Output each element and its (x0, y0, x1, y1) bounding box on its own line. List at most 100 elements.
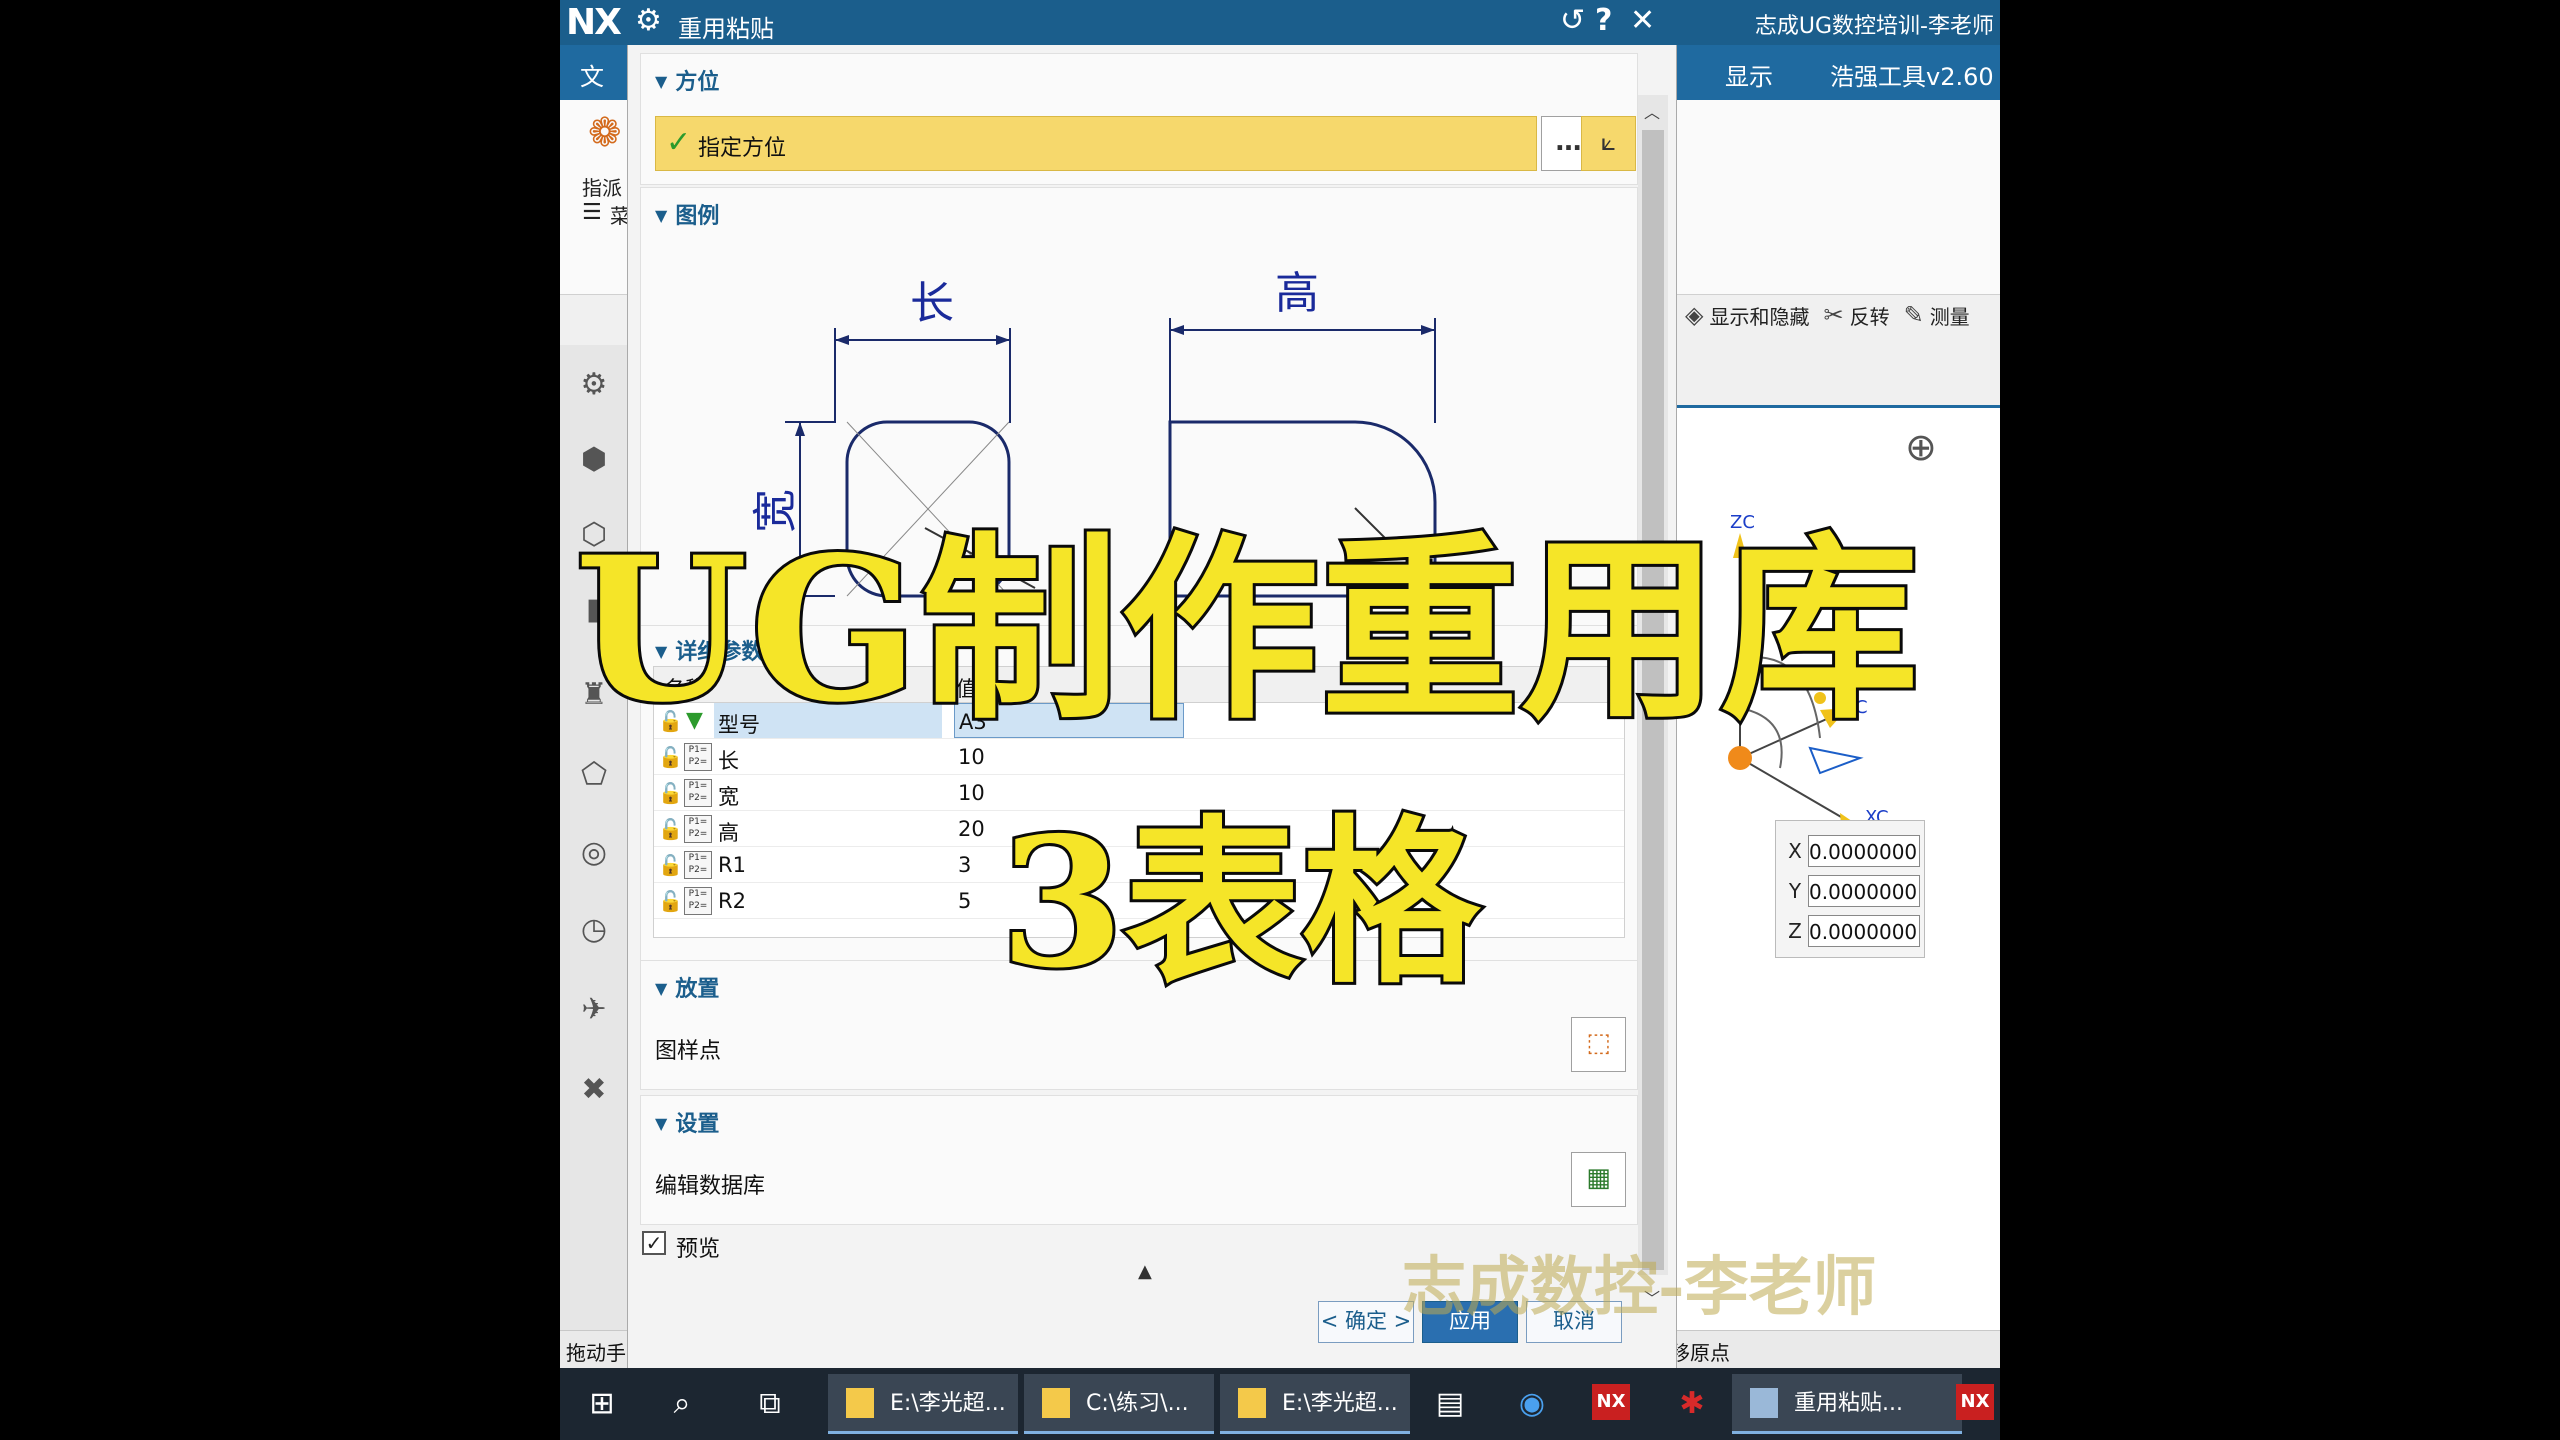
search-icon[interactable]: ⌕ (660, 1382, 704, 1426)
parameter-icon: P1= P2= (684, 779, 712, 807)
coordinate-panel: X 0.0000000 Y 0.0000000 Z 0.0000000 (1775, 820, 1925, 958)
lock-icon[interactable]: 🔓 (658, 889, 683, 913)
menu-icon[interactable]: ☰ (582, 200, 602, 225)
calculator-icon[interactable]: ▤ (1428, 1382, 1472, 1426)
gear-icon[interactable]: ⚙ (635, 3, 662, 38)
orientation-header-label: 方位 (675, 70, 720, 95)
measure-icon: ✎ (1903, 301, 1924, 329)
taskbar-app-reuse-paste[interactable]: 重用粘贴... (1732, 1374, 1962, 1434)
window-title: 志成UG数控培训-李老师 (1754, 14, 1994, 39)
specify-orientation-label: 指定方位 (698, 136, 787, 161)
y-label: Y (1788, 879, 1802, 903)
overlay-title: UG制作重用库 (572, 510, 1922, 749)
z-coord-field[interactable]: 0.0000000 (1808, 915, 1920, 947)
reverse-button[interactable]: ✂ 反转 (1823, 301, 1889, 330)
history-icon[interactable]: ◷ (574, 910, 614, 950)
param-name: 高 (718, 821, 739, 845)
show-hide-icon: ◈ (1685, 301, 1704, 329)
help-icon[interactable]: ? (1595, 3, 1612, 38)
legend-length-label: 长 (910, 278, 954, 329)
watermark: 志成数控-李老师 (1402, 1250, 1877, 1325)
parameter-icon: P1= P2= (684, 851, 712, 879)
show-hide-label: 显示和隐藏 (1709, 304, 1810, 329)
assign-label: 指派 (582, 176, 622, 200)
pattern-point-label: 图样点 (655, 1039, 722, 1064)
collapse-triangle-icon: ▼ (655, 206, 668, 225)
tab-display[interactable]: 显示 (1725, 57, 1773, 92)
x-label: X (1788, 839, 1802, 863)
reset-icon[interactable]: ↺ (1560, 3, 1585, 38)
settings-header[interactable]: ▼ 设置 (655, 1106, 719, 1138)
overlay-subtitle: 3表格 (997, 795, 1483, 1010)
close-icon[interactable]: ✕ (1630, 3, 1655, 38)
process-studio-icon[interactable]: ✈ (574, 990, 614, 1030)
graphics-toolbar: ◈ 显示和隐藏 ✂ 反转 ✎ 测量 (1685, 295, 1970, 335)
placement-header-label: 放置 (675, 977, 720, 1002)
folder-icon (1238, 1388, 1266, 1418)
reverse-icon: ✂ (1823, 301, 1844, 329)
collapse-up-icon[interactable]: ▲ (1138, 1261, 1152, 1282)
scroll-up-icon[interactable]: ︿ (1644, 99, 1660, 123)
tab-haoqiang-tools[interactable]: 浩强工具v2.60 (1830, 57, 1994, 92)
tab-file[interactable]: 文 (580, 57, 604, 92)
measure-label: 测量 (1929, 304, 1970, 329)
nx-logo-dialog: NX (566, 2, 622, 43)
taskbar-app-explorer-3[interactable]: E:\李光超... (1220, 1374, 1410, 1434)
lock-icon[interactable]: 🔓 (658, 817, 683, 841)
web-browser-icon[interactable]: ◎ (574, 833, 614, 873)
roles-icon[interactable]: ✖ (574, 1070, 614, 1110)
show-hide-button[interactable]: ◈ 显示和隐藏 (1685, 301, 1809, 330)
settings-header-label: 设置 (675, 1112, 720, 1137)
collapse-triangle-icon: ▼ (655, 72, 668, 91)
taskbar: ⊞ ⌕ ⧉ E:\李光超... C:\练习\... E:\李光超... ▤ ◉ … (560, 1368, 2000, 1440)
hd3d-icon[interactable]: ⬠ (574, 755, 614, 795)
pattern-point-icon[interactable]: ⬚ (1571, 1017, 1626, 1072)
taskbar-app-label: 重用粘贴... (1794, 1391, 1903, 1416)
assign-icon[interactable]: ❁ (588, 110, 622, 156)
preview-label: 预览 (676, 1237, 721, 1262)
ok-button[interactable]: < 确定 > (1318, 1301, 1414, 1343)
orientation-header[interactable]: ▼ 方位 (655, 64, 719, 96)
folder-icon (846, 1388, 874, 1418)
nx-taskbar-icon[interactable]: NX (1592, 1384, 1630, 1420)
legend-header[interactable]: ▼ 图例 (655, 198, 719, 230)
snap-point-icon[interactable]: ⊕ (1905, 425, 1937, 469)
taskbar-app-label: E:\李光超... (1282, 1391, 1398, 1416)
parameter-icon: P1= P2= (684, 815, 712, 843)
collapse-triangle-icon: ▼ (655, 1114, 668, 1133)
x-coord-row: X 0.0000000 (1782, 833, 1922, 869)
reverse-label: 反转 (1849, 304, 1890, 329)
legend-height-label: 高 (1275, 268, 1319, 319)
csys-icon[interactable]: ⟀ (1581, 116, 1636, 171)
lock-icon[interactable]: 🔓 (658, 781, 683, 805)
lock-icon[interactable]: 🔓 (658, 853, 683, 877)
spreadsheet-icon[interactable]: ▦ (1571, 1152, 1626, 1207)
dialog-app-icon (1750, 1388, 1778, 1418)
taskbar-app-explorer-2[interactable]: C:\练习\... (1024, 1374, 1214, 1434)
z-coord-row: Z 0.0000000 (1782, 913, 1922, 949)
collapse-triangle-icon: ▼ (655, 979, 668, 998)
param-name: 宽 (718, 785, 739, 809)
settings-icon[interactable]: ⚙ (574, 365, 614, 405)
preview-checkbox[interactable]: ✓ (642, 1231, 666, 1255)
status-text-left: 拖动手 (566, 1341, 626, 1365)
taskbar-app-label: C:\练习\... (1086, 1391, 1189, 1416)
param-name: R1 (718, 853, 746, 877)
section-settings: ▼ 设置 编辑数据库 ▦ (640, 1095, 1638, 1225)
app-red-icon[interactable]: ✱ (1670, 1382, 1714, 1426)
measure-button[interactable]: ✎ 测量 (1904, 301, 1970, 330)
y-coord-field[interactable]: 0.0000000 (1808, 875, 1920, 907)
x-coord-field[interactable]: 0.0000000 (1808, 835, 1920, 867)
folder-icon (1042, 1388, 1070, 1418)
nx-taskbar-icon-2[interactable]: NX (1956, 1384, 1994, 1420)
task-view-icon[interactable]: ⧉ (748, 1382, 792, 1426)
taskbar-app-label: E:\李光超... (890, 1391, 1006, 1416)
specify-orientation-row[interactable]: ✓ 指定方位 (655, 116, 1537, 171)
placement-header[interactable]: ▼ 放置 (655, 971, 719, 1003)
param-name: R2 (718, 889, 746, 913)
dialog-title-bar[interactable]: NX ⚙ 重用粘贴 ↺ ? ✕ (560, 0, 1677, 45)
taskbar-app-explorer-1[interactable]: E:\李光超... (828, 1374, 1018, 1434)
edit-database-label: 编辑数据库 (655, 1174, 766, 1199)
windows-start-icon[interactable]: ⊞ (580, 1382, 624, 1426)
browser-icon[interactable]: ◉ (1510, 1382, 1554, 1426)
